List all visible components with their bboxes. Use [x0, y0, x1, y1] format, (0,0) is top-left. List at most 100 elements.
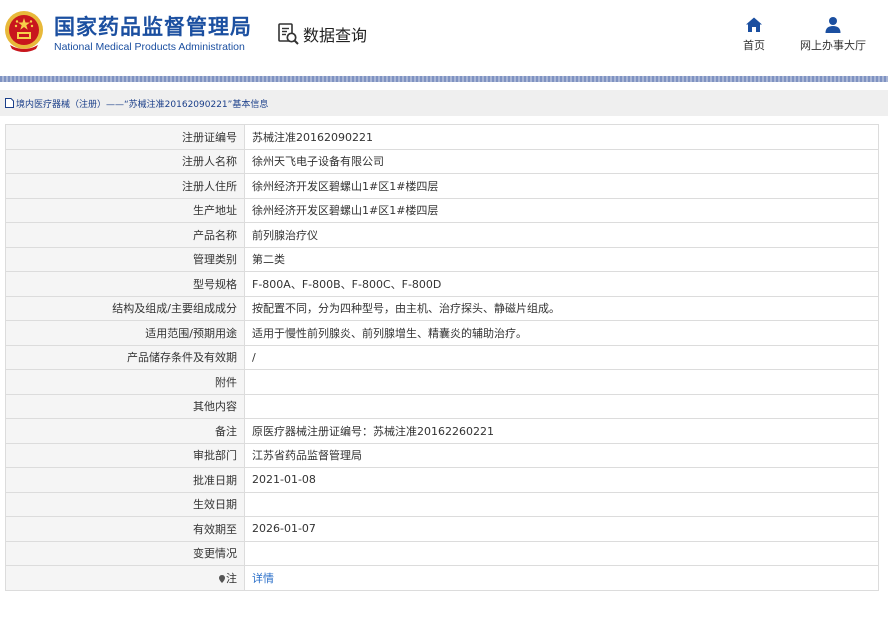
table-row: 批准日期 2021-01-08	[5, 467, 879, 493]
field-value-cell: 徐州经济开发区碧螺山1#区1#楼四层	[244, 197, 879, 223]
field-label: 适用范围/预期用途	[145, 326, 237, 340]
field-label: 产品名称	[193, 228, 237, 242]
field-value-cell: 2021-01-08	[244, 467, 879, 493]
table-row: 生产地址 徐州经济开发区碧螺山1#区1#楼四层	[5, 197, 879, 223]
field-label: 其他内容	[193, 400, 237, 414]
field-value: 徐州经济开发区碧螺山1#区1#楼四层	[252, 179, 439, 193]
field-value: 2026-01-07	[252, 522, 316, 536]
field-label-cell: 结构及组成/主要组成成分	[5, 295, 245, 321]
field-value-cell: 适用于慢性前列腺炎、前列腺增生、精囊炎的辅助治疗。	[244, 320, 879, 346]
field-value: 2021-01-08	[252, 473, 316, 487]
table-row: 注册人住所 徐州经济开发区碧螺山1#区1#楼四层	[5, 173, 879, 199]
nav-home[interactable]: 首页	[743, 16, 765, 53]
field-label-cell: 注册证编号	[5, 124, 245, 150]
field-label-cell: 附件	[5, 369, 245, 395]
field-label: 备注	[215, 424, 237, 438]
table-row: 注 详情	[5, 565, 879, 591]
data-query-label: 数据查询	[303, 26, 368, 45]
field-value-cell: 苏械注准20162090221	[244, 124, 879, 150]
field-value: 适用于慢性前列腺炎、前列腺增生、精囊炎的辅助治疗。	[252, 326, 527, 340]
logo-title-cn[interactable]: 国家药品监督管理局	[54, 11, 252, 41]
document-icon	[5, 98, 14, 108]
table-row: 有效期至 2026-01-07	[5, 516, 879, 542]
table-row: 型号规格 F-800A、F-800B、F-800C、F-800D	[5, 271, 879, 297]
field-label-cell: 审批部门	[5, 442, 245, 468]
field-value: 按配置不同，分为四种型号，由主机、治疗探头、静磁片组成。	[252, 302, 560, 316]
field-label: 产品储存条件及有效期	[127, 351, 237, 365]
field-value: 徐州经济开发区碧螺山1#区1#楼四层	[252, 204, 439, 218]
field-label: 注	[226, 571, 237, 585]
nav-online-service-hall[interactable]: 网上办事大厅	[800, 16, 866, 53]
field-label: 变更情况	[193, 547, 237, 561]
table-row: 变更情况	[5, 540, 879, 566]
field-label: 生产地址	[193, 204, 237, 218]
table-row: 附件	[5, 369, 879, 395]
table-row: 结构及组成/主要组成成分 按配置不同，分为四种型号，由主机、治疗探头、静磁片组成。	[5, 295, 879, 321]
field-label-cell: 生产地址	[5, 197, 245, 223]
breadcrumb-text[interactable]: 境内医疗器械（注册）——“苏械注准20162090221”基本信息	[16, 97, 268, 110]
field-value-cell	[244, 540, 879, 566]
field-value-cell: 江苏省药品监督管理局	[244, 442, 879, 468]
table-row: 其他内容	[5, 393, 879, 419]
table-row: 注册证编号 苏械注准20162090221	[5, 124, 879, 150]
table-row: 适用范围/预期用途 适用于慢性前列腺炎、前列腺增生、精囊炎的辅助治疗。	[5, 320, 879, 346]
field-value-cell: 2026-01-07	[244, 516, 879, 542]
field-value-cell: 按配置不同，分为四种型号，由主机、治疗探头、静磁片组成。	[244, 295, 879, 321]
field-value-cell: 详情	[244, 565, 879, 591]
table-row: 产品储存条件及有效期 /	[5, 344, 879, 370]
table-row: 生效日期	[5, 491, 879, 517]
field-label-cell: 生效日期	[5, 491, 245, 517]
field-value-cell: 徐州经济开发区碧螺山1#区1#楼四层	[244, 173, 879, 199]
field-label: 注册证编号	[182, 130, 237, 144]
field-label: 生效日期	[193, 498, 237, 512]
details-link[interactable]: 详情	[252, 572, 274, 585]
home-icon	[746, 17, 762, 32]
table-row: 管理类别 第二类	[5, 246, 879, 272]
field-label-cell: 注册人住所	[5, 173, 245, 199]
logo-title-en[interactable]: National Medical Products Administration	[54, 41, 245, 53]
field-value-cell: F-800A、F-800B、F-800C、F-800D	[244, 271, 879, 297]
field-value: 徐州天飞电子设备有限公司	[252, 155, 384, 169]
table-row: 注册人名称 徐州天飞电子设备有限公司	[5, 148, 879, 174]
nav-online-service-hall-label: 网上办事大厅	[800, 39, 866, 52]
data-query-icon	[278, 23, 299, 45]
field-label: 注册人名称	[182, 155, 237, 169]
field-value: 苏械注准20162090221	[252, 130, 373, 144]
field-label-cell: 变更情况	[5, 540, 245, 566]
field-label-cell: 适用范围/预期用途	[5, 320, 245, 346]
header-divider	[0, 76, 888, 82]
field-label: 审批部门	[193, 449, 237, 463]
site-header: 国家药品监督管理局 National Medical Products Admi…	[0, 0, 888, 76]
field-value: 前列腺治疗仪	[252, 228, 318, 242]
field-label: 批准日期	[193, 473, 237, 487]
data-query-link[interactable]: 数据查询	[276, 20, 367, 48]
table-row: 产品名称 前列腺治疗仪	[5, 222, 879, 248]
field-label: 型号规格	[193, 277, 237, 291]
field-label-cell: 其他内容	[5, 393, 245, 419]
field-value: F-800A、F-800B、F-800C、F-800D	[252, 277, 442, 291]
field-label: 管理类别	[193, 253, 237, 267]
table-row: 审批部门 江苏省药品监督管理局	[5, 442, 879, 468]
field-value: 第二类	[252, 253, 285, 267]
field-label: 附件	[215, 375, 237, 389]
field-value: 江苏省药品监督管理局	[252, 449, 362, 463]
field-label-cell: 管理类别	[5, 246, 245, 272]
field-value-cell	[244, 393, 879, 419]
nav-home-label: 首页	[743, 39, 765, 52]
field-label-cell: 产品名称	[5, 222, 245, 248]
breadcrumb: 境内医疗器械（注册）——“苏械注准20162090221”基本信息	[0, 90, 888, 116]
location-pin-icon	[219, 574, 225, 583]
field-label-cell: 注	[5, 565, 245, 591]
field-value-cell	[244, 491, 879, 517]
field-label: 有效期至	[193, 522, 237, 536]
field-value-cell: 徐州天飞电子设备有限公司	[244, 148, 879, 174]
table-row: 备注 原医疗器械注册证编号：苏械注准20162260221	[5, 418, 879, 444]
field-label-cell: 产品储存条件及有效期	[5, 344, 245, 370]
user-icon	[825, 17, 841, 33]
field-label-cell: 型号规格	[5, 271, 245, 297]
field-value-cell: /	[244, 344, 879, 370]
field-value: /	[252, 350, 256, 364]
field-label: 注册人住所	[182, 179, 237, 193]
field-label-cell: 注册人名称	[5, 148, 245, 174]
field-label-cell: 有效期至	[5, 516, 245, 542]
